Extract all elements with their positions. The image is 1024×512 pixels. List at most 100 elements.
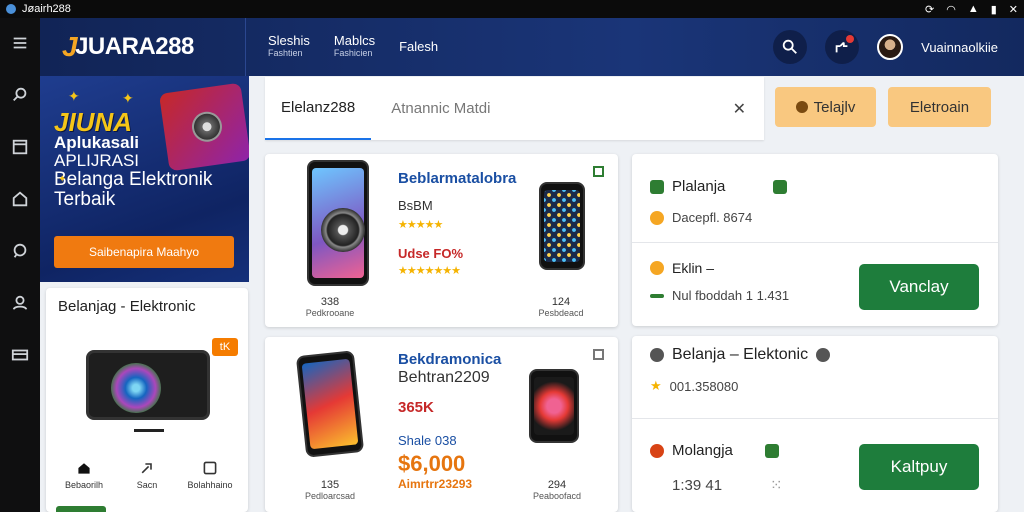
divider <box>632 418 998 419</box>
like-icon <box>650 261 664 275</box>
product-caption-right: 294 Peaboofacd <box>532 479 582 501</box>
divider <box>632 242 998 243</box>
system-tray: ⟳ ◠ ▲ ▮ ✕ <box>925 3 1018 16</box>
info-icon <box>816 348 831 362</box>
info-row: ★ 001.358080 <box>650 378 738 394</box>
bottom-nav-box[interactable]: Bolahhaino <box>182 460 238 490</box>
brand-logo[interactable]: J JUARA288 <box>40 18 246 76</box>
search-button[interactable] <box>773 30 808 64</box>
rating-stars: ★★★★★★★ <box>398 265 461 277</box>
nav-item-2[interactable]: Mablcs Fashicien <box>333 33 376 59</box>
home-icon[interactable] <box>11 190 29 208</box>
search-icon[interactable] <box>11 86 29 104</box>
product-card-1[interactable]: 338 Pedkrooane Beblarmatalobra BsBM ★★★★★… <box>265 154 618 327</box>
rating-stars: ★★★★★ <box>398 219 443 231</box>
bottom-nav-label: Bebaorilh <box>64 480 104 490</box>
info-row: Molangja <box>650 442 779 459</box>
info-row-text: Belanja – Elektonic <box>672 346 809 363</box>
featured-product-card[interactable]: Belanjag - Elektronic tK Bebaorilh Sacn … <box>46 288 248 512</box>
header-nav: Sleshis Fashtien Mablcs Fashicien Falesh <box>268 33 438 59</box>
star-icon: ★ <box>650 378 662 393</box>
product-caption-left: 135 Pedloarcsad <box>304 479 356 501</box>
card-bottom-nav: Bebaorilh Sacn Bolahhaino <box>56 460 238 490</box>
card-icon[interactable] <box>11 346 29 364</box>
select-checkbox[interactable] <box>593 166 604 177</box>
home-icon <box>78 463 90 474</box>
signal-icon: ▲ <box>967 2 979 15</box>
status-app-name: Jøairh288 <box>22 3 71 15</box>
promo-line-5: Terbaik <box>54 189 116 210</box>
like-icon <box>650 210 664 225</box>
notification-button[interactable] <box>825 30 860 64</box>
search-bar: Elelanz288 Atnannic Matdi ✕ <box>265 77 764 140</box>
close-icon[interactable]: ✕ <box>1009 3 1018 16</box>
product-card-2[interactable]: 135 Pedloarcsad Bekdramonica Behtran2209 … <box>265 337 618 512</box>
featured-card-title: Belanjag - Elektronic <box>58 298 196 315</box>
info-row-text: 1:39 41 <box>672 476 723 494</box>
nav-item-sub: Fashtien <box>268 48 303 58</box>
heart-icon <box>795 101 808 113</box>
sparkle-icon: ✦ <box>122 90 134 106</box>
nav-item-3[interactable]: Falesh <box>399 35 438 59</box>
info-row: Eklin – <box>650 260 714 276</box>
info-row-text: Plalanja <box>672 178 726 195</box>
wifi-icon: ◠ <box>946 3 956 16</box>
search-tab[interactable]: Elelanz288 <box>265 77 372 140</box>
chip-label: Telajlv <box>813 98 856 116</box>
filter-chip-eletroain[interactable]: Eletroain <box>888 87 991 127</box>
menu-icon[interactable] <box>11 34 29 52</box>
product-caption-right: 124 Pesbdeacd <box>538 296 584 318</box>
avatar[interactable] <box>877 34 904 60</box>
camera-lens-image <box>321 208 365 252</box>
status-bar: Jøairh288 ⟳ ◠ ▲ ▮ ✕ <box>0 0 1024 18</box>
pin-icon <box>650 443 664 458</box>
info-card-2: Belanja – Elektonic ★ 001.358080 Molangj… <box>632 336 998 512</box>
top-header: J JUARA288 Sleshis Fashtien Mablcs Fashi… <box>40 18 1024 76</box>
clear-icon[interactable]: ✕ <box>733 99 746 119</box>
window-icon[interactable] <box>11 138 29 156</box>
box-icon <box>203 461 217 475</box>
bottom-nav-scan[interactable]: Sacn <box>119 460 175 490</box>
sparkle-icon: ✦ <box>58 174 67 185</box>
info-row-text: 001.358080 <box>669 378 739 394</box>
nav-item-sub: Fashicien <box>333 48 373 58</box>
chip-label: Eletroain <box>909 98 970 116</box>
sparkle-icon: ✦ <box>68 88 80 104</box>
promo-line-4: Belanga Elektronik <box>54 169 213 190</box>
search-input[interactable]: Atnannic Matdi <box>391 100 490 117</box>
chat-icon[interactable] <box>11 242 29 260</box>
nav-item-label: Sleshis <box>268 33 310 48</box>
promo-banner[interactable]: ✦ ✦ ✦ JIUNA Aplukasali APLIJRASI Belanga… <box>40 76 249 282</box>
share-icon <box>141 463 152 474</box>
search-icon <box>782 39 798 54</box>
action-button[interactable]: Vanclay <box>859 264 979 310</box>
clock-icon <box>650 348 664 362</box>
info-row-text: Eklin – <box>672 260 715 276</box>
nav-item-label: Mablcs <box>333 33 376 48</box>
bottom-nav-label: Sacn <box>136 480 158 490</box>
tablet-stand <box>134 422 164 432</box>
info-row: Belanja – Elektonic <box>650 346 831 364</box>
info-row: Nul fboddah 1 1.431 <box>650 288 789 303</box>
nav-item-1[interactable]: Sleshis Fashtien <box>268 33 310 59</box>
shop-icon <box>650 179 664 194</box>
info-row: Dacepfl. 8674 <box>650 210 752 225</box>
info-row: 1:39 41 ⁙ <box>672 476 783 495</box>
tablet-image <box>86 350 210 420</box>
username[interactable]: Vuainnaolkiie <box>921 40 998 55</box>
info-row-text: Molangja <box>672 442 733 459</box>
sync-icon: ⟳ <box>925 3 935 16</box>
profile-icon[interactable] <box>11 294 29 312</box>
filter-chip-telajlv[interactable]: Telajlv <box>775 87 876 127</box>
select-checkbox[interactable] <box>593 349 604 360</box>
promo-cta-button[interactable]: Saibenapira Maahyo <box>54 236 234 268</box>
notification-dot <box>846 35 855 43</box>
dots-icon[interactable]: ⁙ <box>770 476 783 494</box>
info-card-1: Plalanja Dacepfl. 8674 Eklin – Nul fbodd… <box>632 154 998 326</box>
bottom-nav-home[interactable]: Bebaorilh <box>56 460 112 490</box>
product-price: Udse FO% <box>398 246 464 261</box>
info-row-text: Dacepfl. 8674 <box>672 210 753 225</box>
action-button[interactable]: Kaltpuy <box>859 444 979 490</box>
discount-badge: tK <box>212 338 238 356</box>
phone-image-small <box>539 182 585 270</box>
